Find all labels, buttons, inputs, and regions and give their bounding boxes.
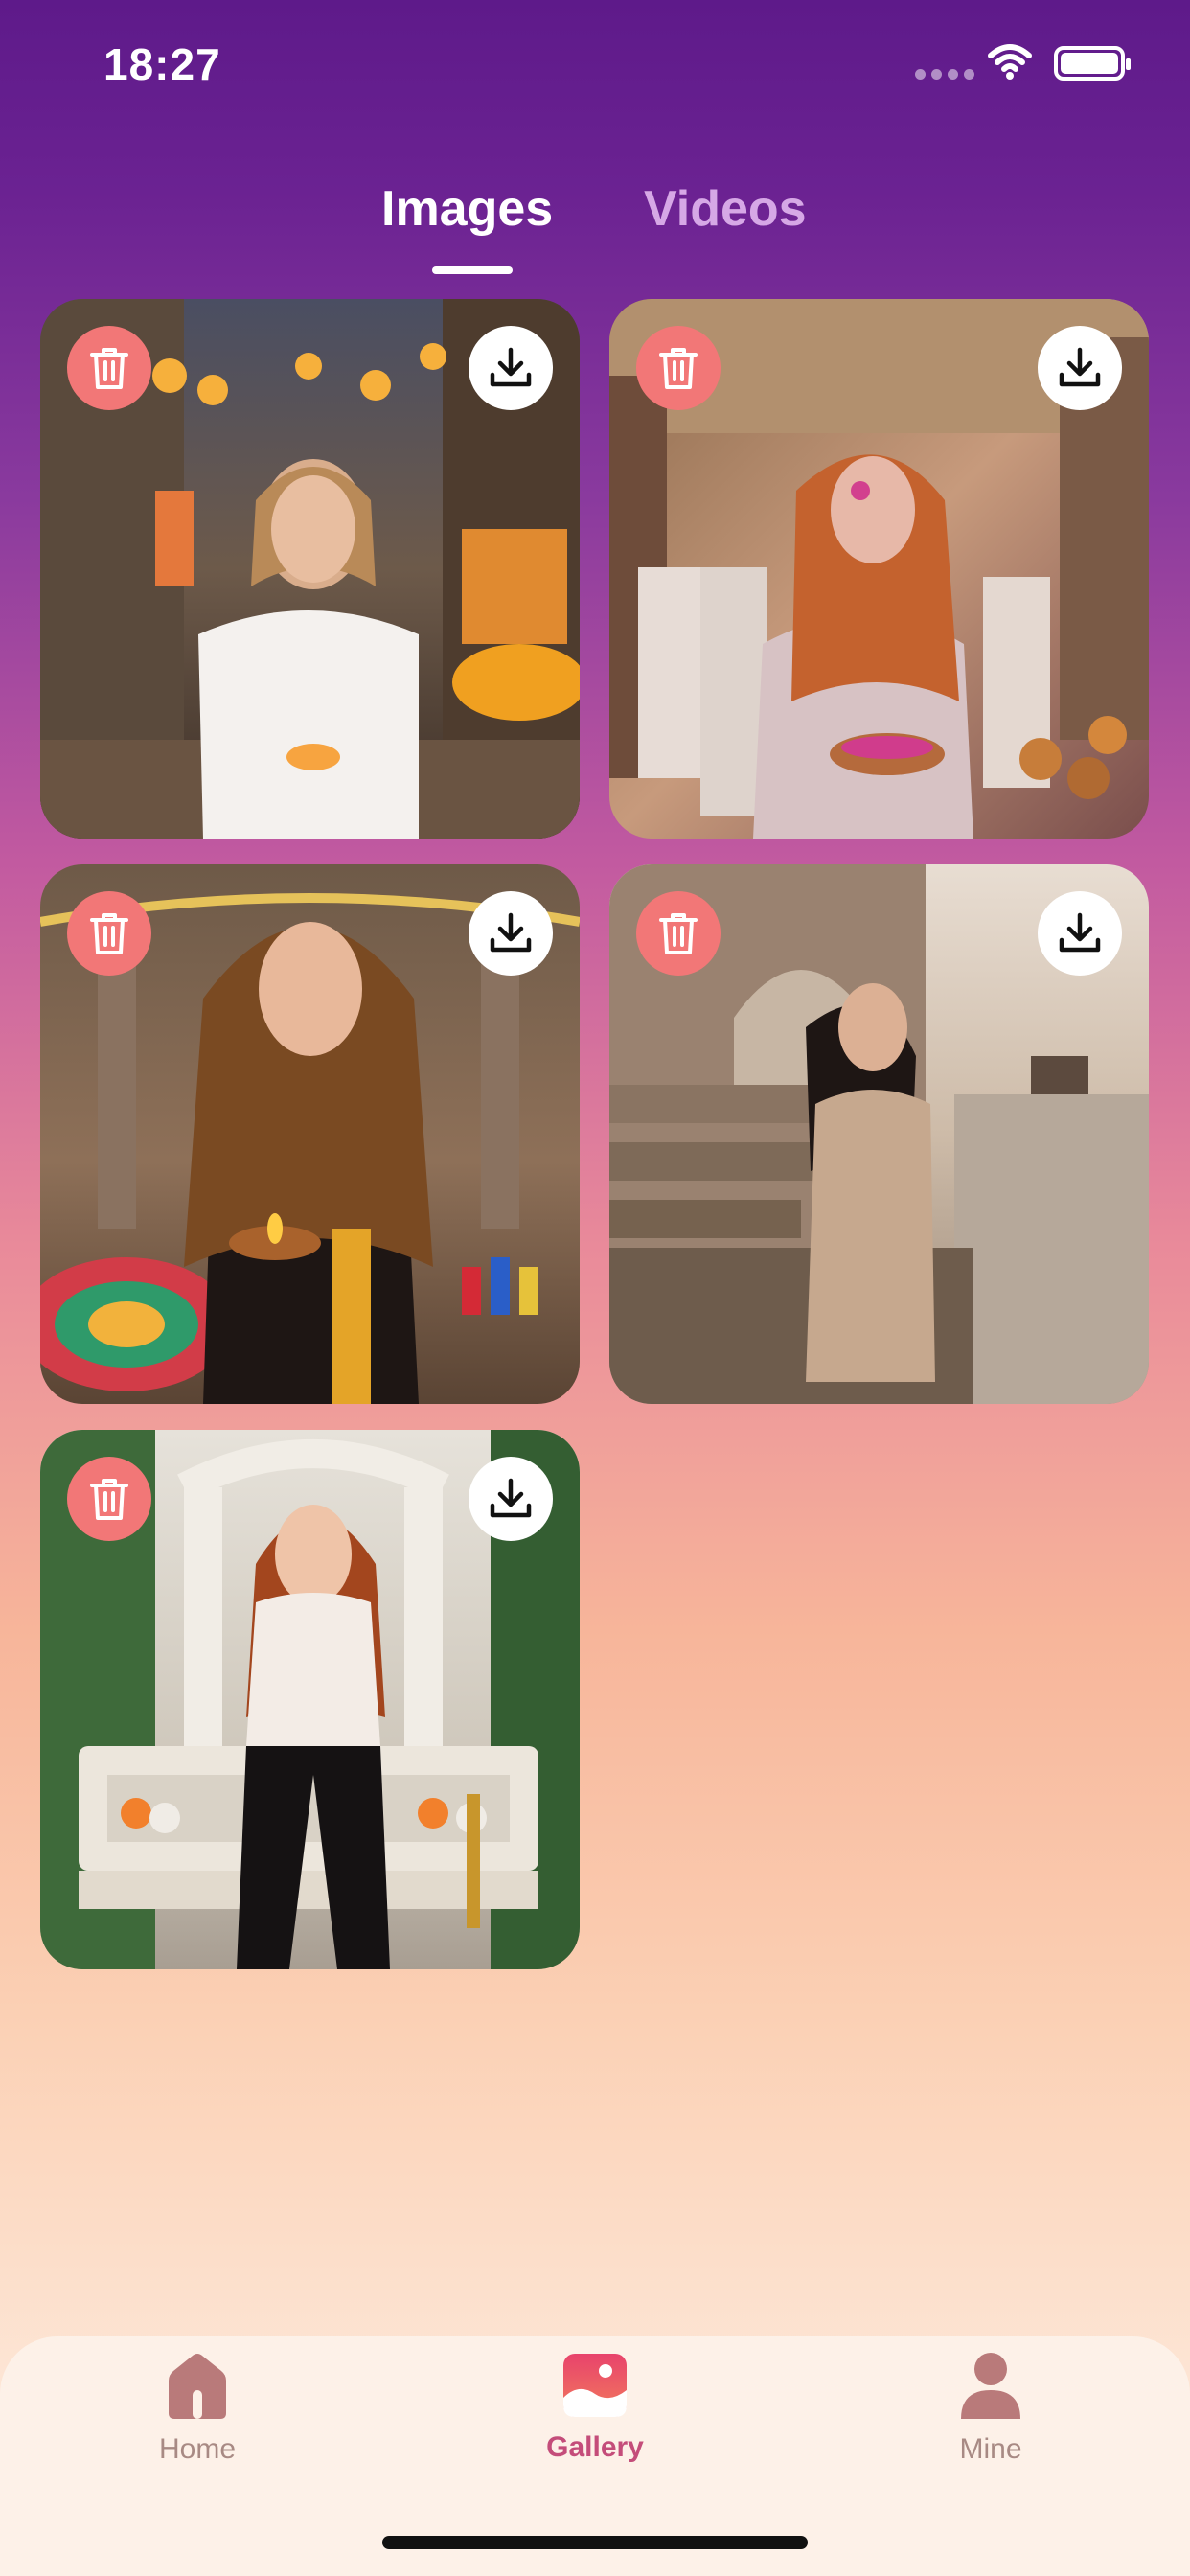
nav-home-label: Home: [158, 2433, 237, 2465]
download-icon: [490, 1478, 532, 1518]
gallery-image-card[interactable]: [609, 299, 1149, 839]
cellular-signal-icon: [915, 69, 974, 80]
tab-images[interactable]: Images: [381, 180, 553, 238]
nav-mine-label: Mine: [959, 2433, 1022, 2465]
battery-icon: [1054, 46, 1131, 80]
download-icon: [490, 347, 532, 387]
download-button[interactable]: [469, 1457, 553, 1541]
gallery-image-card[interactable]: [40, 864, 580, 1404]
nav-gallery[interactable]: Gallery: [490, 2352, 700, 2464]
download-icon: [1059, 347, 1101, 387]
gallery-icon: [563, 2354, 627, 2417]
nav-home[interactable]: Home: [92, 2352, 303, 2466]
gallery-image-card[interactable]: [609, 864, 1149, 1404]
person-icon: [961, 2353, 1020, 2419]
download-button[interactable]: [1038, 326, 1122, 410]
download-icon: [490, 912, 532, 953]
trash-icon: [90, 1479, 128, 1520]
delete-button[interactable]: [636, 326, 721, 410]
status-time: 18:27: [103, 39, 221, 89]
download-button[interactable]: [1038, 891, 1122, 976]
trash-icon: [659, 913, 698, 954]
download-button[interactable]: [469, 326, 553, 410]
tab-videos[interactable]: Videos: [644, 180, 807, 238]
wifi-icon: [987, 42, 1033, 85]
nav-mine[interactable]: Mine: [885, 2352, 1096, 2466]
delete-button[interactable]: [67, 326, 151, 410]
gallery-image-card[interactable]: [40, 1430, 580, 1969]
download-button[interactable]: [469, 891, 553, 976]
home-indicator: [382, 2536, 808, 2549]
download-icon: [1059, 912, 1101, 953]
media-tabs: Images Videos: [0, 180, 1190, 286]
trash-icon: [659, 348, 698, 389]
status-bar: 18:27: [0, 0, 1190, 134]
gallery-image-card[interactable]: [40, 299, 580, 839]
trash-icon: [90, 913, 128, 954]
delete-button[interactable]: [67, 891, 151, 976]
delete-button[interactable]: [636, 891, 721, 976]
tab-selected-indicator: [432, 266, 513, 274]
delete-button[interactable]: [67, 1457, 151, 1541]
home-icon: [169, 2354, 226, 2419]
trash-icon: [90, 348, 128, 389]
nav-gallery-label: Gallery: [546, 2431, 644, 2463]
